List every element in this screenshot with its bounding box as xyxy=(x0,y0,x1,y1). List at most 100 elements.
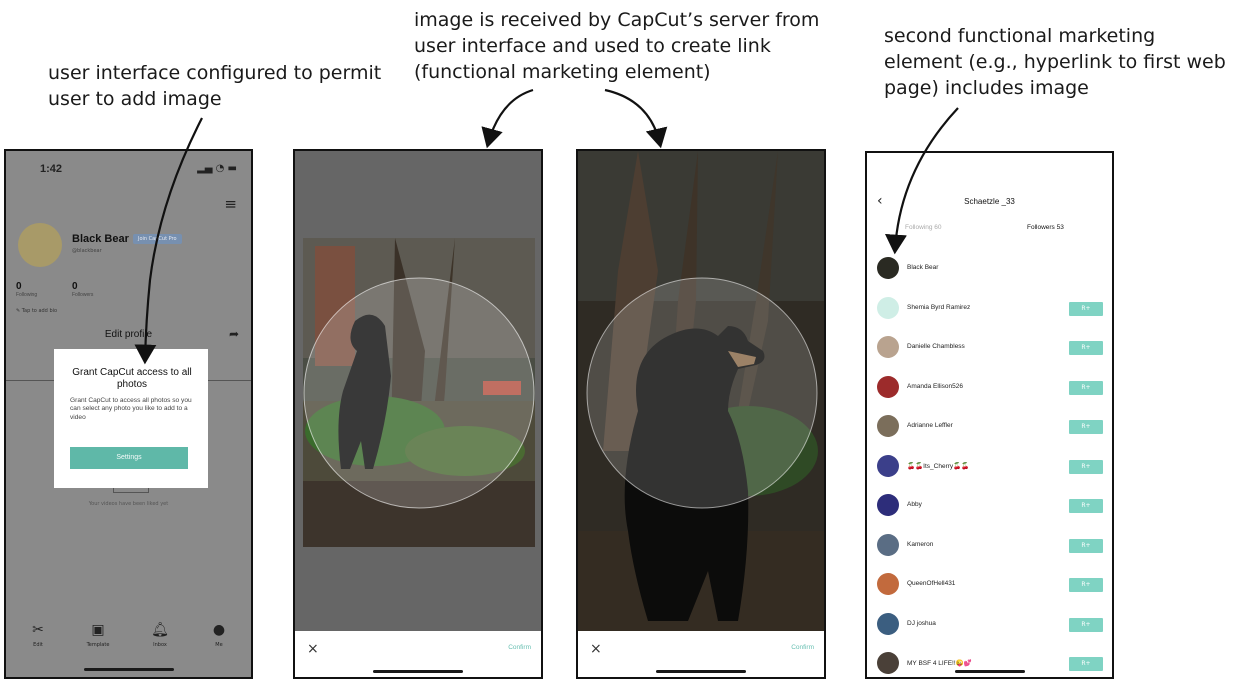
tab-followers[interactable]: Followers 53 xyxy=(1027,224,1064,231)
arrow-to-crop-screen-2 xyxy=(604,88,668,149)
follower-row[interactable]: Adrianne Leffler R+ xyxy=(877,415,1107,439)
profile-name: Black Bear xyxy=(72,233,129,245)
avatar[interactable] xyxy=(877,454,899,477)
bio-text: Tap to add bio xyxy=(21,308,58,314)
home-indicator xyxy=(83,668,174,671)
stat-followers[interactable]: 0 Followers xyxy=(72,281,93,298)
dialog-body: Grant CapCut to access all photos so you… xyxy=(70,397,192,421)
arrow-to-crop-screen-1 xyxy=(481,88,534,149)
stat-value: 0 xyxy=(72,281,78,292)
avatar[interactable] xyxy=(877,494,899,516)
crop-toolbar: × Confirm xyxy=(295,631,541,677)
dialog-title: Grant CapCut access to all photos xyxy=(72,367,192,390)
follow-back-button[interactable]: R+ xyxy=(1069,459,1103,474)
bell-icon: 🔔︎ xyxy=(151,622,169,638)
home-indicator xyxy=(954,670,1025,673)
avatar[interactable] xyxy=(877,375,899,398)
follower-name: Black Bear xyxy=(907,264,939,271)
crop-canvas[interactable] xyxy=(295,151,541,631)
follower-name: Adrianne Leffler xyxy=(907,422,953,429)
avatar[interactable] xyxy=(877,415,899,437)
follower-name: Kameron xyxy=(907,540,934,548)
follower-row[interactable]: DJ joshua R+ xyxy=(877,612,1107,637)
status-time: 1:42 xyxy=(40,163,63,175)
crop-canvas[interactable] xyxy=(578,151,824,631)
tab-edit[interactable]: ✂ Edit xyxy=(18,621,58,648)
follower-name: 🍒🍒Its_Cherry🍒🍒 xyxy=(907,462,970,470)
tab-label: Edit xyxy=(33,642,43,648)
status-icons: ▂▄ ◔ ▬ xyxy=(197,163,237,174)
tab-following[interactable]: Following 60 xyxy=(905,224,942,231)
follower-row[interactable]: Black Bear xyxy=(877,257,1107,281)
avatar[interactable] xyxy=(877,336,899,358)
follow-back-button[interactable]: R+ xyxy=(1069,617,1103,632)
phone-crop-screen-1: × Confirm xyxy=(293,149,543,679)
avatar[interactable] xyxy=(877,573,899,595)
bio-link[interactable]: ✎ Tap to add bio xyxy=(16,308,57,314)
phone-crop-screen-2: × Confirm xyxy=(576,149,826,679)
follower-row[interactable]: 🍒🍒Its_Cherry🍒🍒 R+ xyxy=(877,454,1107,479)
caption-line: element (e.g., hyperlink to first web xyxy=(884,51,1226,73)
cancel-button[interactable]: × xyxy=(307,641,319,657)
caption-middle: image is received by CapCut’s server fro… xyxy=(414,7,819,85)
avatar[interactable] xyxy=(18,223,62,267)
tab-me[interactable]: ● Me xyxy=(199,621,239,648)
follower-row[interactable]: Abby R+ xyxy=(877,494,1107,518)
follow-back-button[interactable]: R+ xyxy=(1069,499,1103,513)
profile-handle: @blackbear xyxy=(72,248,102,254)
avatar[interactable] xyxy=(877,296,899,319)
pro-badge[interactable]: Join CapCut Pro xyxy=(133,234,182,244)
caption-line: (functional marketing element) xyxy=(414,61,711,83)
confirm-button[interactable]: Confirm xyxy=(508,644,531,651)
follow-back-button[interactable]: R+ xyxy=(1069,301,1103,316)
empty-state-text: Your videos have been liked yet xyxy=(88,501,169,507)
follower-row[interactable]: Amanda Ellison526 R+ xyxy=(877,375,1107,400)
follower-name: Amanda Ellison526 xyxy=(907,382,964,390)
settings-button[interactable]: Settings xyxy=(70,447,188,469)
follower-row[interactable]: Danielle Chambless R+ xyxy=(877,336,1107,360)
caption-right: second functional marketing element (e.g… xyxy=(884,23,1226,101)
follower-name: Abby xyxy=(907,501,922,508)
avatar[interactable] xyxy=(877,257,899,279)
hamburger-icon[interactable]: ≡ xyxy=(224,195,237,213)
avatar[interactable] xyxy=(877,652,899,674)
stat-value: 0 xyxy=(16,281,22,292)
follower-name: DJ joshua xyxy=(907,619,936,627)
avatar[interactable] xyxy=(877,533,899,556)
caption-line: user to add image xyxy=(48,88,222,110)
avatar[interactable] xyxy=(877,612,899,635)
tab-label: Inbox xyxy=(153,642,167,648)
tab-label: Me xyxy=(215,642,223,648)
caption-line: image is received by CapCut’s server fro… xyxy=(414,9,820,31)
caption-line: page) includes image xyxy=(884,77,1089,99)
bear-photo-zoomed-image xyxy=(578,151,824,631)
follower-name: Shemia Byrd Ramirez xyxy=(907,303,971,311)
template-icon: ▣ xyxy=(91,622,105,638)
tab-inbox[interactable]: 🔔︎ Inbox xyxy=(140,621,180,648)
home-indicator xyxy=(373,670,463,673)
bear-photo-image xyxy=(303,238,535,547)
share-icon[interactable]: ➦ xyxy=(229,327,239,341)
page-title: Schaetzle _33 xyxy=(964,197,1015,206)
tab-template[interactable]: ▣ Template xyxy=(78,621,118,648)
tab-label: Template xyxy=(86,642,110,648)
bottom-tab-bar: ✂ Edit ▣ Template 🔔︎ Inbox ● Me xyxy=(6,621,251,667)
follow-back-button[interactable]: R+ xyxy=(1069,578,1103,592)
caption-line: user interface and used to create link xyxy=(414,35,771,57)
cancel-button[interactable]: × xyxy=(590,641,602,657)
caption-line: second functional marketing xyxy=(884,25,1156,47)
follower-name: MY BSF 4 LIFE!!😜💕 xyxy=(907,660,972,667)
follower-row[interactable]: QueenOfHell431 R+ xyxy=(877,573,1107,597)
follower-row[interactable]: Shemia Byrd Ramirez R+ xyxy=(877,296,1107,321)
person-icon: ● xyxy=(212,622,226,638)
edit-profile-button[interactable]: Edit profile xyxy=(6,329,251,340)
follow-back-button[interactable]: R+ xyxy=(1069,341,1103,355)
follow-back-button[interactable]: R+ xyxy=(1069,657,1103,671)
follow-back-button[interactable]: R+ xyxy=(1069,538,1103,553)
follower-row[interactable]: Kameron R+ xyxy=(877,533,1107,558)
confirm-button[interactable]: Confirm xyxy=(791,644,814,651)
stat-following[interactable]: 0 Following xyxy=(16,281,37,298)
follow-back-button[interactable]: R+ xyxy=(1069,380,1103,395)
follow-back-button[interactable]: R+ xyxy=(1069,420,1103,434)
follower-name: Danielle Chambless xyxy=(907,343,965,350)
